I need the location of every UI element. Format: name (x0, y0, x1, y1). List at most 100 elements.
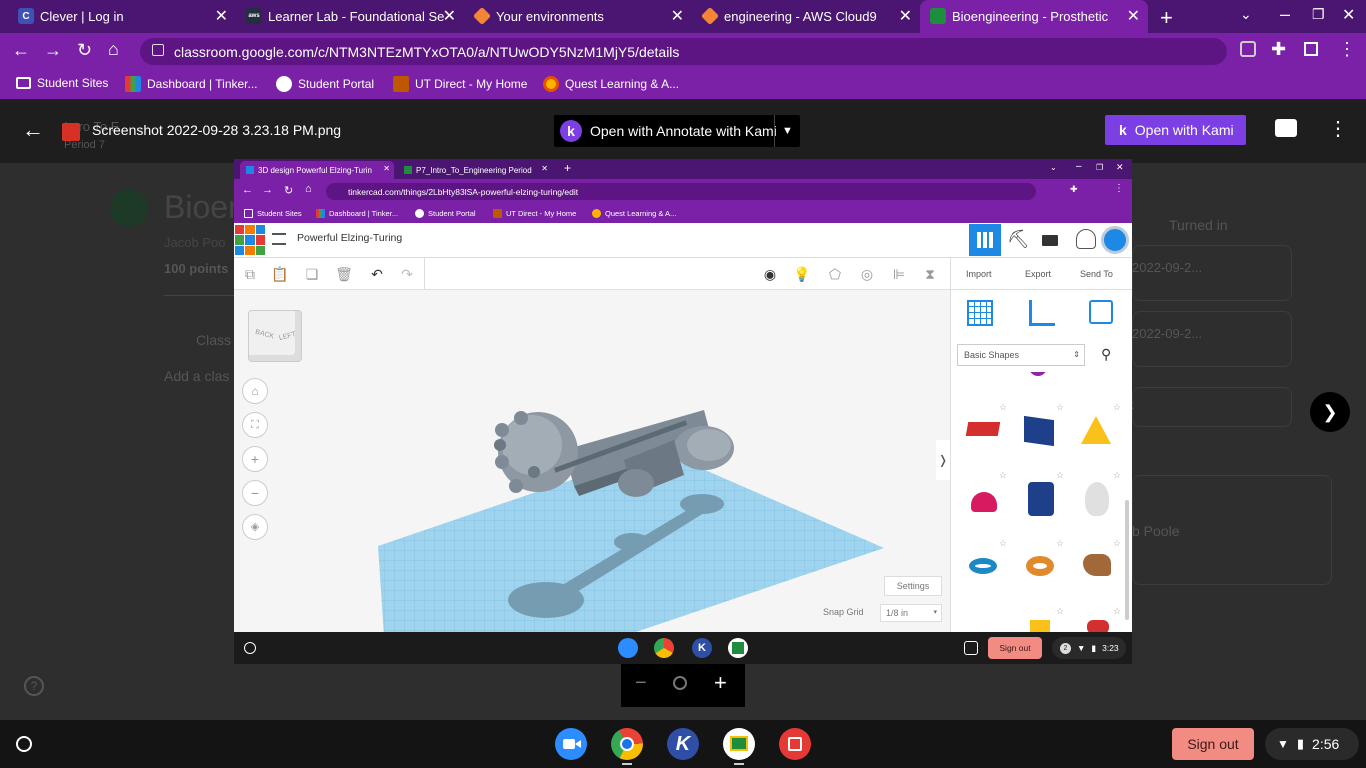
next-file-button[interactable]: ❯ (1310, 392, 1350, 432)
heart-icon (1083, 554, 1111, 576)
settings-button: Settings (884, 576, 942, 596)
maximize-icon[interactable]: ❐ (1312, 6, 1325, 23)
maximize-icon: ❐ (1096, 163, 1104, 172)
overview-icon (964, 641, 978, 655)
battery-icon: ▮ (1091, 642, 1097, 653)
tab-clever[interactable]: C Clever | Log in ✕ (8, 0, 236, 33)
panel-toggle-icon: ❭ (936, 440, 950, 480)
bookmark-student-sites[interactable]: Student Sites (16, 76, 108, 90)
home-icon[interactable]: ⌂ (108, 39, 119, 60)
aws-icon: aws (246, 8, 262, 24)
bookmark-student-portal[interactable]: Student Portal (276, 76, 374, 92)
shape-category-select: Basic Shapes ⇕ (957, 344, 1085, 366)
half-sphere-icon (971, 492, 997, 512)
extension-icon[interactable] (1240, 41, 1256, 57)
submission-card[interactable] (1132, 387, 1292, 427)
kami-icon: k (560, 120, 582, 142)
dropdown-arrow-icon[interactable]: ▼ (774, 115, 800, 147)
open-with-annotate-button[interactable]: k Open with Annotate with Kami ▼ (554, 115, 800, 147)
tinkercad-toolbar: ⧉ 📋 ❏ 🗑 ↶ ↷ ◉ 💡 ⬠ ◎ ⊫ ⧗ Import Export Se… (234, 258, 1132, 290)
zoom-in-icon: + (242, 446, 268, 472)
more-options-icon[interactable]: ⋮ (1328, 116, 1348, 141)
sign-out-button[interactable]: Sign out (1172, 728, 1254, 760)
bookmark-ut-direct[interactable]: UT Direct - My Home (393, 76, 527, 92)
view-cube-left: LEFT (278, 330, 297, 343)
zoom-icon (673, 676, 687, 690)
paste-icon: 📋 (271, 265, 289, 282)
add-class-comment[interactable]: Add a clas (164, 368, 229, 384)
minimize-icon[interactable]: – (1280, 4, 1290, 25)
print-icon[interactable] (1275, 119, 1297, 137)
tab-title: Your environments (496, 9, 604, 24)
ruler-icon (1029, 300, 1055, 326)
side-panel-icon[interactable] (1304, 42, 1318, 56)
forward-icon: → (262, 184, 273, 196)
puzzle-icon[interactable]: ✚ (1271, 39, 1286, 60)
add-user-icon (1076, 229, 1096, 249)
puzzle-icon: ✚ (1070, 184, 1078, 194)
close-icon[interactable]: ✕ (443, 6, 456, 26)
shape-icon: ⬠ (828, 265, 842, 282)
zoom-out-button[interactable]: − (635, 672, 647, 695)
kami-app-icon: K (692, 638, 712, 658)
kami-app-icon[interactable]: K (667, 728, 699, 760)
close-icon[interactable]: ✕ (671, 6, 684, 26)
screen-capture-app-icon[interactable] (779, 728, 811, 760)
wifi-icon: ▼ (1077, 643, 1086, 653)
shape-half-sphere: ☆ (957, 468, 1009, 526)
help-icon[interactable]: ? (24, 676, 44, 696)
shape-polygon: ☆ (1014, 468, 1066, 526)
screenshot-image: 3D design Powerful Elzing-Turin ✕ P7_Int… (234, 159, 1132, 664)
tab-search-icon[interactable]: ⌄ (1240, 6, 1252, 23)
close-icon[interactable]: ✕ (1127, 6, 1140, 26)
bulb-icon: 💡 (793, 265, 811, 282)
status-tray[interactable]: ▼ ▮ 2:56 (1265, 728, 1359, 760)
close-icon[interactable]: ✕ (899, 6, 912, 26)
redo-icon: ↷ (401, 265, 413, 282)
paraboloid-icon (1085, 482, 1109, 516)
tab-bioengineering[interactable]: Bioengineering - Prosthetic ✕ (920, 0, 1148, 33)
close-icon[interactable]: ✕ (215, 6, 228, 26)
star-icon: ☆ (1055, 606, 1064, 616)
shape-heart: ☆ (1071, 536, 1123, 594)
menu-icon[interactable]: ⋮ (1338, 39, 1356, 60)
tinkercad-icon (125, 76, 141, 92)
export-button: Export (1025, 269, 1052, 279)
tab-learner-lab[interactable]: aws Learner Lab - Foundational Se ✕ (236, 0, 464, 33)
image-file-icon (62, 123, 80, 141)
chevron-down-icon: ⇕ (1073, 350, 1080, 359)
text-shape-icon (965, 422, 1001, 436)
shape-category-value: Basic Shapes (964, 350, 1020, 360)
zoom-app-icon[interactable] (555, 728, 587, 760)
tab-cloud9[interactable]: engineering - AWS Cloud9 ✕ (692, 0, 920, 33)
bookmark-dashboard[interactable]: Dashboard | Tinker... (125, 76, 258, 92)
address-bar[interactable]: classroom.google.com/c/NTM3NTEzMTYxOTA0/… (140, 38, 1227, 65)
shape-text: ☆ (957, 400, 1009, 458)
launcher-icon[interactable] (16, 736, 32, 752)
window-close-icon[interactable]: ✕ (1342, 5, 1355, 25)
back-icon[interactable]: ← (12, 40, 30, 61)
perspective-icon: ◈ (242, 514, 268, 540)
back-arrow-icon[interactable]: ← (22, 117, 44, 143)
chrome-icon[interactable] (611, 728, 643, 760)
pickaxe-icon: ⛏ (1007, 229, 1030, 249)
wifi-icon: ▼ (1277, 737, 1289, 751)
bookmark-label: UT Direct - My Home (415, 77, 528, 91)
cube-icon (472, 6, 492, 26)
reload-icon[interactable]: ↻ (77, 40, 92, 61)
copy-icon: ⧉ (245, 265, 255, 282)
star-icon: ☆ (1112, 402, 1121, 412)
zoom-in-button[interactable]: + (714, 670, 727, 696)
forward-icon[interactable]: → (44, 40, 62, 61)
new-tab-icon[interactable]: + (1160, 5, 1173, 31)
home-view-icon: ⌂ (242, 378, 268, 404)
minimize-icon: – (1076, 161, 1082, 172)
tab-your-environments[interactable]: Your environments ✕ (464, 0, 692, 33)
site-info-icon[interactable] (152, 44, 164, 56)
duplicate-icon: ❏ (305, 265, 319, 282)
open-with-kami-button[interactable]: k Open with Kami (1105, 115, 1246, 145)
classroom-app-icon[interactable] (723, 728, 755, 760)
bookmark-quest[interactable]: Quest Learning & A... (543, 76, 679, 92)
search-icon: ⚲ (1101, 346, 1112, 362)
shape-partial-red: ☆ (1071, 604, 1123, 632)
